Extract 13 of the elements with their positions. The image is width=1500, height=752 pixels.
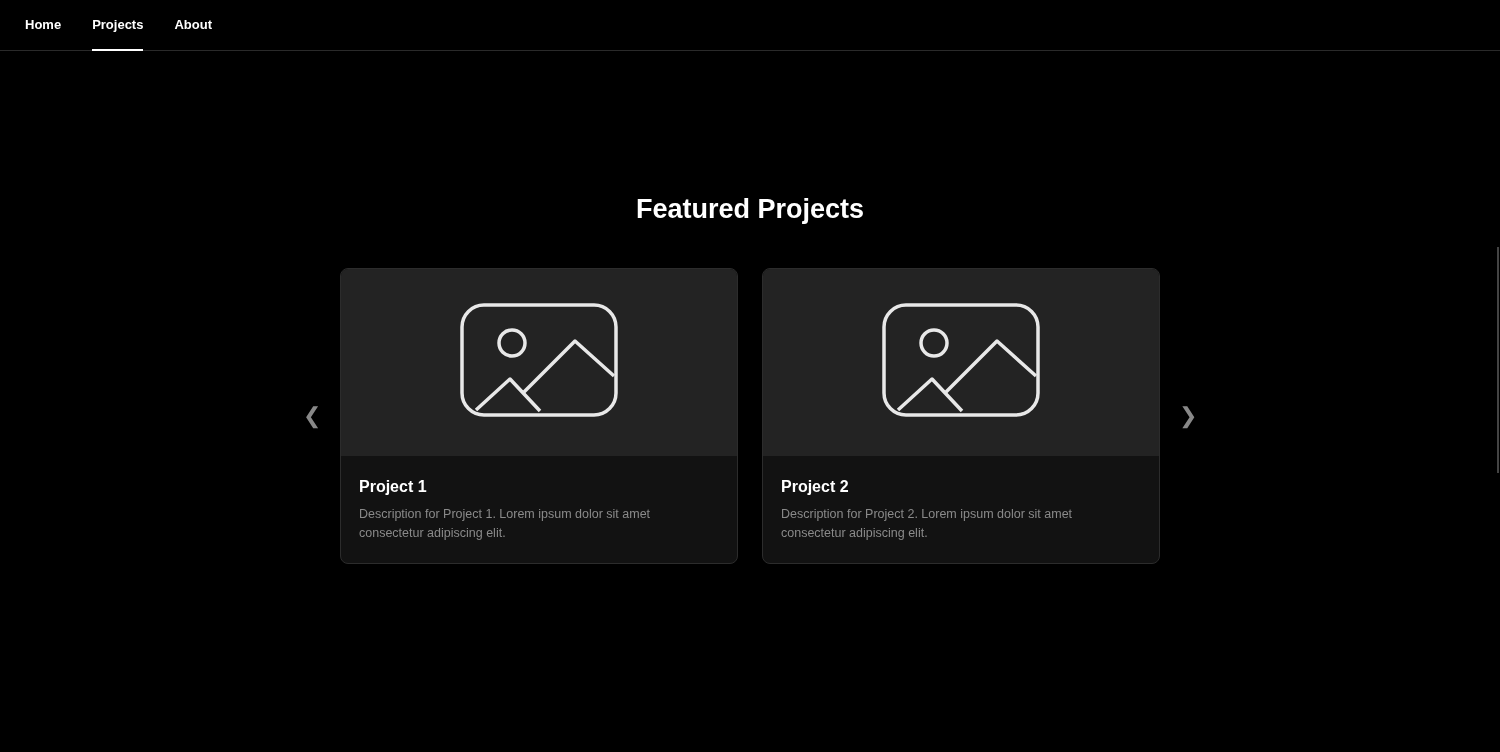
scrollbar-thumb[interactable] [1497, 247, 1499, 473]
next-button[interactable]: ❯ [1176, 403, 1200, 429]
previous-button[interactable]: ❮ [300, 403, 324, 429]
section-title: Featured Projects [635, 193, 865, 226]
image-icon [460, 302, 618, 417]
nav-link[interactable]: About [174, 0, 212, 51]
image-icon [882, 302, 1040, 417]
project-description: Description for Project 1. Lorem ipsum dolor sit amet consectetur adipiscing elit. [359, 506, 652, 542]
project-title: Project 2 [781, 478, 850, 496]
nav-link[interactable]: Projects [92, 0, 144, 51]
nav-link[interactable]: Home [25, 0, 62, 51]
project-title: Project 1 [359, 478, 428, 496]
project-description: Description for Project 2. Lorem ipsum dolor sit amet consectetur adipiscing elit. [781, 506, 1074, 542]
